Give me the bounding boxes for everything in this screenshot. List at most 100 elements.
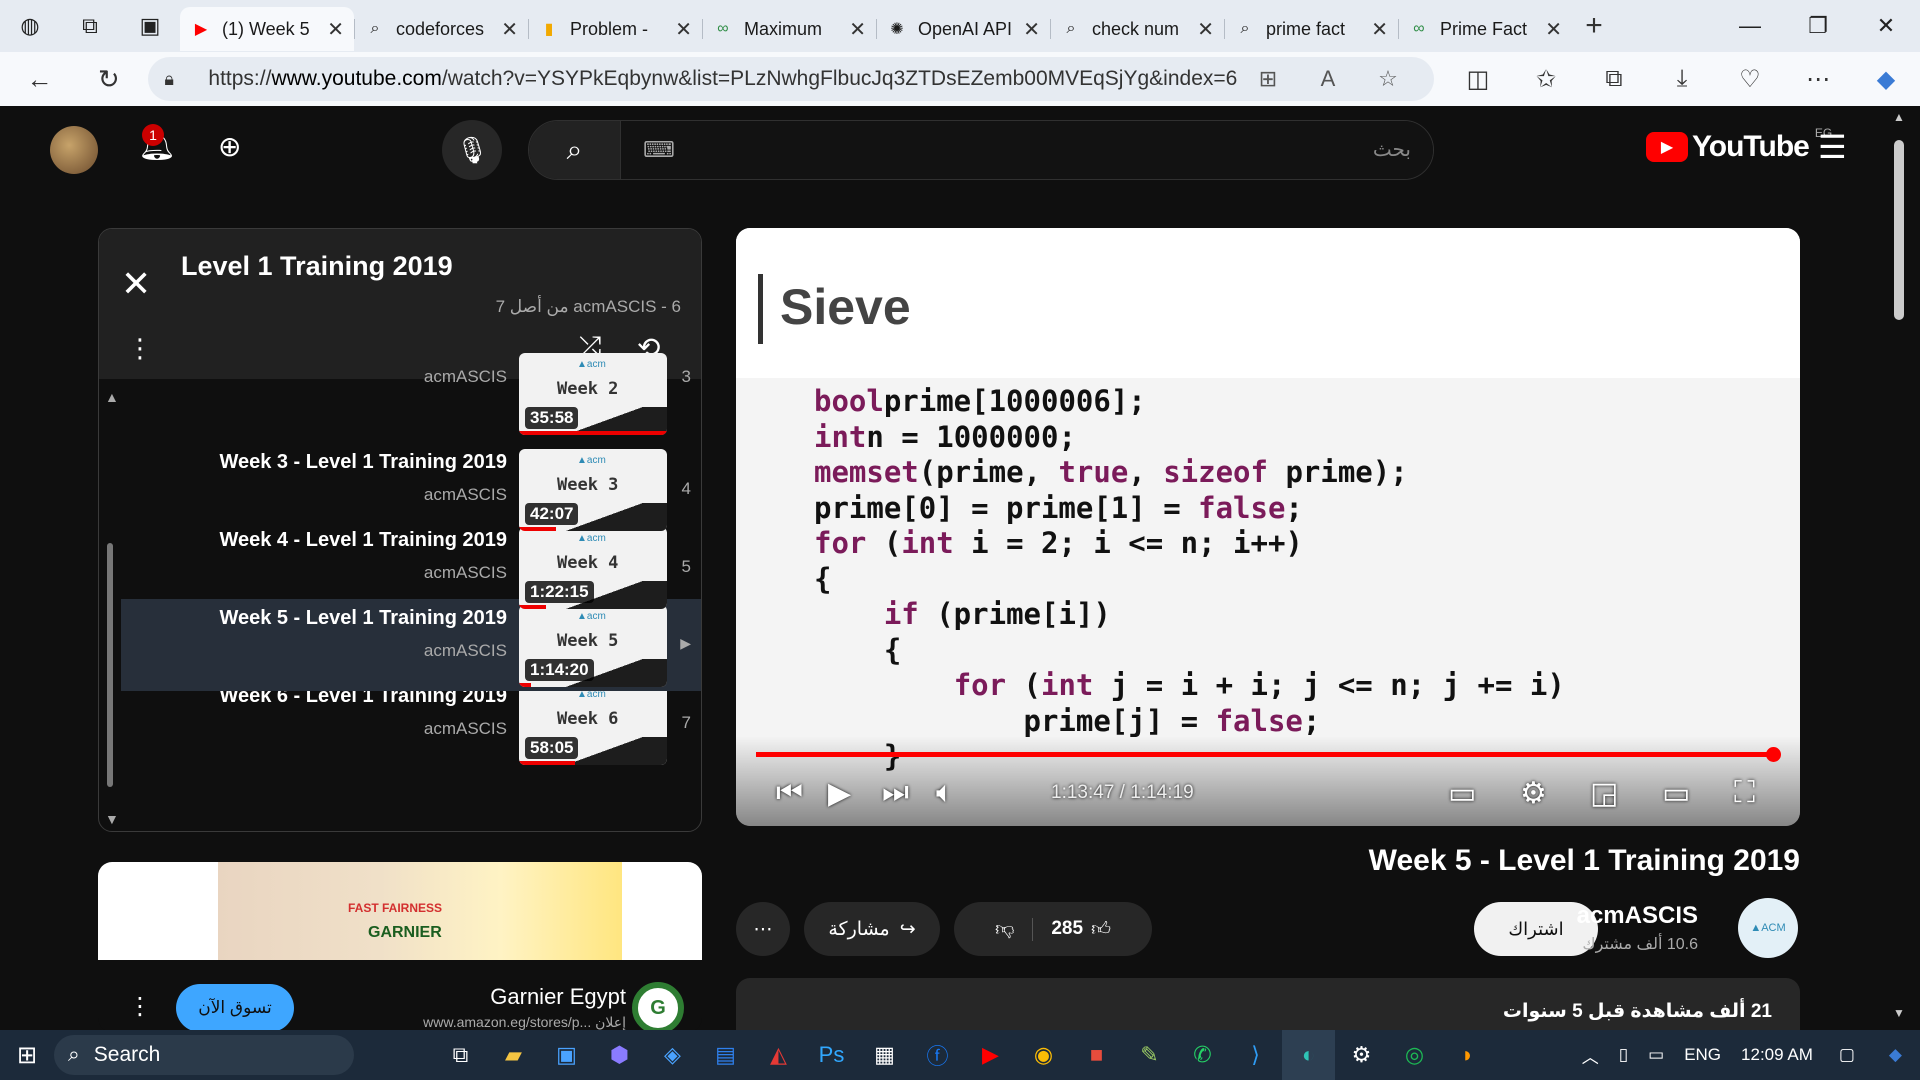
browser-tab[interactable]: ✺ OpenAI API ✕ xyxy=(876,7,1050,51)
close-tab-icon[interactable]: ✕ xyxy=(1371,17,1388,42)
volume-icon[interactable]: 🔈︎ xyxy=(936,776,954,810)
playlist-scrollbar[interactable] xyxy=(107,543,113,787)
create-video-icon[interactable]: ⊕ xyxy=(218,130,241,163)
close-tab-icon[interactable]: ✕ xyxy=(501,17,518,42)
office-icon[interactable]: ■ xyxy=(1070,1030,1123,1080)
facebook-icon[interactable]: ⓕ xyxy=(911,1030,964,1080)
browser-essentials-icon[interactable]: ♡ xyxy=(1716,52,1784,106)
store-icon[interactable]: ▣ xyxy=(540,1030,593,1080)
notification-center-icon[interactable]: ▢ xyxy=(1823,1045,1871,1065)
settings-gear-icon[interactable]: ⚙ xyxy=(1520,776,1547,811)
more-options-icon[interactable]: ⋯ xyxy=(1784,52,1852,106)
progress-bar[interactable] xyxy=(756,747,1781,762)
clock[interactable]: 12:09 AM xyxy=(1731,1045,1823,1065)
device-icon[interactable]: ▯ xyxy=(1609,1045,1638,1065)
channel-name[interactable]: acmASCIS xyxy=(1577,902,1698,930)
app-available-icon[interactable]: ⊞ xyxy=(1238,66,1298,92)
close-tab-icon[interactable]: ✕ xyxy=(1545,17,1562,42)
subtitles-icon[interactable]: ▭ xyxy=(1448,776,1476,811)
scroll-down-icon[interactable]: ▼ xyxy=(1893,1006,1905,1020)
new-tab-button[interactable]: + xyxy=(1572,4,1616,48)
file-explorer-icon[interactable]: ▰ xyxy=(487,1030,540,1080)
app-icon[interactable]: ◗ xyxy=(1441,1030,1494,1080)
app-icon[interactable]: ◈ xyxy=(646,1030,699,1080)
show-hidden-icons[interactable]: ︿ xyxy=(1572,1043,1609,1068)
video-thumbnail[interactable]: ▲acm Week 2 35:58 xyxy=(519,353,667,435)
browser-tab[interactable]: ▮ Problem - ✕ xyxy=(528,7,702,51)
miniplayer-icon[interactable]: ◲ xyxy=(1590,776,1618,811)
whatsapp-icon[interactable]: ✆ xyxy=(1176,1030,1229,1080)
video-thumbnail[interactable]: ▲acm Week 4 1:22:15 xyxy=(519,527,667,609)
close-playlist-icon[interactable]: ✕ xyxy=(121,263,151,305)
play-icon[interactable]: ▶ xyxy=(828,776,851,811)
language-indicator[interactable]: ENG xyxy=(1674,1045,1731,1065)
page-scrollbar[interactable]: ▲ ▼ xyxy=(1888,106,1912,1030)
settings-icon[interactable]: ⚙ xyxy=(1335,1030,1388,1080)
fullscreen-icon[interactable]: ⛶ xyxy=(1734,776,1755,810)
app-icon[interactable]: ▦ xyxy=(858,1030,911,1080)
profile-icon[interactable]: ◍ xyxy=(0,4,60,48)
taskbar-search[interactable]: ⌕ Search xyxy=(54,1035,354,1075)
acrobat-icon[interactable]: ◭ xyxy=(752,1030,805,1080)
collections-icon[interactable]: ⧉ xyxy=(1580,52,1648,106)
address-bar[interactable]: 🔒︎ https://www.youtube.com/watch?v=YSYPk… xyxy=(148,57,1434,101)
photoshop-icon[interactable]: Ps xyxy=(805,1030,858,1080)
shop-now-button[interactable]: تسوق الآن xyxy=(176,984,294,1030)
windows-start-icon[interactable]: ⊞ xyxy=(0,1030,54,1080)
downloads-icon[interactable]: ⤓ xyxy=(1648,52,1716,106)
page-scrollbar-thumb[interactable] xyxy=(1894,140,1904,320)
like-button[interactable]: 👍︎ xyxy=(1083,918,1129,941)
spotify-icon[interactable]: ◎ xyxy=(1388,1030,1441,1080)
minimize-button[interactable]: — xyxy=(1716,0,1784,52)
ad-menu-icon[interactable]: ⋮ xyxy=(128,992,152,1021)
split-screen-icon[interactable]: ◫ xyxy=(1444,52,1512,106)
app-icon[interactable]: ✎ xyxy=(1123,1030,1176,1080)
youtube-icon[interactable]: ▶ xyxy=(964,1030,1017,1080)
more-actions-button[interactable]: ⋯ xyxy=(736,902,790,956)
browser-tab[interactable]: ⌕ codeforces ✕ xyxy=(354,7,528,51)
scroll-down-arrow-icon[interactable]: ▼ xyxy=(105,811,119,827)
app-icon[interactable]: ⬢ xyxy=(593,1030,646,1080)
search-input[interactable] xyxy=(674,138,1411,162)
workspaces-icon[interactable]: ⧉ xyxy=(60,4,120,48)
playlist-item[interactable]: 3 ▲acm Week 2 35:58 acmASCIS xyxy=(121,353,701,457)
app-icon[interactable]: ▤ xyxy=(699,1030,752,1080)
back-button[interactable]: ← xyxy=(0,52,79,106)
browser-tab[interactable]: ⌕ check num ✕ xyxy=(1050,7,1224,51)
close-tab-icon[interactable]: ✕ xyxy=(675,17,692,42)
next-icon[interactable]: ⏭ xyxy=(882,776,909,810)
youtube-logo[interactable]: ▶ YouTube EG xyxy=(1646,126,1832,164)
video-thumbnail[interactable]: ▲acm Week 3 42:07 xyxy=(519,449,667,531)
tab-actions-icon[interactable]: ▣ xyxy=(120,4,180,48)
url-text[interactable]: https://www.youtube.com/watch?v=YSYPkEqb… xyxy=(208,67,1238,91)
favorite-star-icon[interactable]: ☆ xyxy=(1358,66,1418,92)
close-tab-icon[interactable]: ✕ xyxy=(327,17,344,42)
copilot-icon[interactable]: ◆ xyxy=(1871,1045,1920,1065)
voice-search-button[interactable]: 🎙︎ xyxy=(442,120,502,180)
keyboard-icon[interactable]: ⌨ xyxy=(643,137,675,163)
favorites-icon[interactable]: ✩ xyxy=(1512,52,1580,106)
refresh-button[interactable]: ↻ xyxy=(79,52,138,106)
edge-icon[interactable]: ◐ xyxy=(1282,1030,1335,1080)
theater-mode-icon[interactable]: ▭ xyxy=(1662,776,1690,811)
copilot-icon[interactable]: ◆ xyxy=(1852,52,1920,106)
lock-icon[interactable]: 🔒︎ xyxy=(164,69,194,90)
video-player[interactable]: Sieve boolprime[1000006]; intn = 1000000;… xyxy=(736,228,1800,826)
close-tab-icon[interactable]: ✕ xyxy=(1197,17,1214,42)
close-tab-icon[interactable]: ✕ xyxy=(1023,17,1040,42)
scroll-up-arrow-icon[interactable]: ▲ xyxy=(105,389,119,405)
scrubber-handle[interactable] xyxy=(1765,747,1781,762)
playlist-title[interactable]: Level 1 Training 2019 xyxy=(181,251,453,282)
browser-tab[interactable]: ∞ Prime Fact ✕ xyxy=(1398,7,1572,51)
close-tab-icon[interactable]: ✕ xyxy=(849,17,866,42)
search-button[interactable]: ⌕ xyxy=(529,121,621,179)
vscode-icon[interactable]: ⟩ xyxy=(1229,1030,1282,1080)
avatar[interactable] xyxy=(50,126,98,174)
video-thumbnail[interactable]: ▲acm Week 5 1:14:20 xyxy=(519,605,667,687)
close-window-button[interactable]: ✕ xyxy=(1852,0,1920,52)
menu-icon[interactable]: ☰ xyxy=(1818,128,1847,166)
playlist-menu-icon[interactable]: ⋮ xyxy=(127,333,153,364)
browser-tab[interactable]: ⌕ prime fact ✕ xyxy=(1224,7,1398,51)
scroll-up-icon[interactable]: ▲ xyxy=(1893,110,1905,124)
browser-tab[interactable]: ▶ (1) Week 5 ✕ xyxy=(180,7,354,51)
